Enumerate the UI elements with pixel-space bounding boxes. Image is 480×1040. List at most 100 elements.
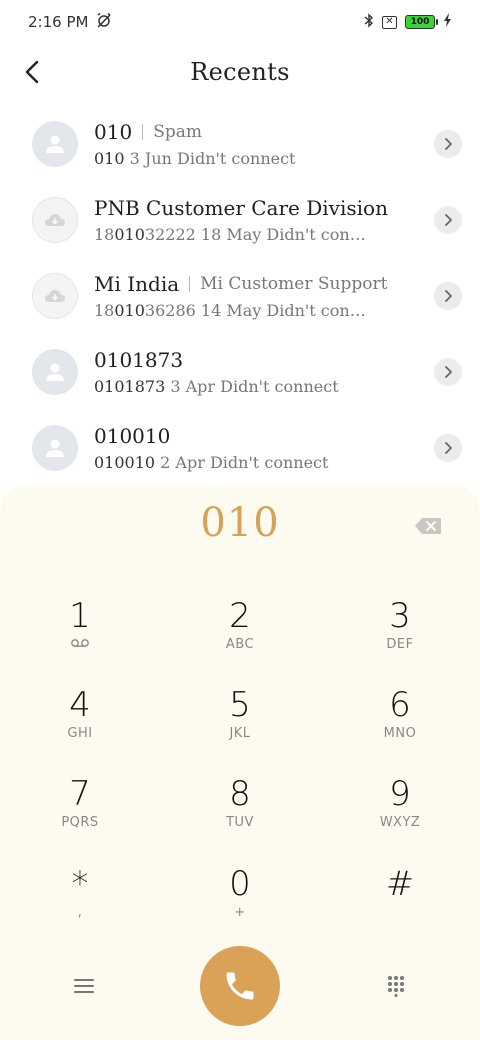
chevron-right-icon: [445, 366, 452, 378]
backspace-icon: [415, 518, 441, 534]
backspace-button[interactable]: [412, 514, 444, 538]
details-button[interactable]: [434, 434, 462, 462]
key-2[interactable]: 2 ABC: [180, 596, 300, 676]
matched-number: 010: [94, 149, 125, 168]
person-icon: [46, 363, 64, 381]
key-7[interactable]: 7 PQRS: [20, 774, 140, 854]
dialer-bottom-bar: [0, 946, 480, 1026]
details-button[interactable]: [434, 206, 462, 234]
alarm-off-icon: [96, 12, 112, 32]
avatar: [32, 121, 78, 167]
list-item-title: PNB Customer Care Division: [94, 196, 424, 220]
key-digit: 8: [229, 774, 251, 814]
list-item-text: 010 Spam 010 3 Jun Didn't connect: [94, 120, 424, 168]
call-detail: 010 3 Jun Didn't connect: [94, 149, 424, 168]
key-3[interactable]: 3 DEF: [340, 596, 460, 676]
key-letters: PQRS: [61, 815, 99, 830]
key-digit: 9: [389, 774, 411, 814]
keypad-icon: [388, 976, 404, 997]
avatar: [32, 349, 78, 395]
status-left: 2:16 PM: [28, 12, 112, 32]
list-item[interactable]: PNB Customer Care Division 1801032222 18…: [0, 182, 480, 258]
call-button[interactable]: [200, 946, 280, 1026]
cloud-icon: [45, 290, 65, 302]
status-bar: 2:16 PM ✕ 100: [0, 0, 480, 44]
chevron-right-icon: [445, 290, 452, 302]
avatar: [32, 425, 78, 471]
call-detail-prefix: 18: [94, 225, 115, 244]
status-right: ✕ 100: [364, 12, 452, 32]
list-item-text: 010010 010010 2 Apr Didn't connect: [94, 424, 424, 472]
voicemail-icon: [70, 636, 90, 654]
details-button[interactable]: [434, 282, 462, 310]
phone-icon: [226, 972, 254, 1000]
key-letters: +: [234, 905, 246, 920]
key-letters: JKL: [229, 726, 251, 741]
menu-icon: [74, 979, 94, 993]
contact-name: 010: [94, 120, 133, 144]
key-digit: 1: [69, 596, 91, 636]
call-detail-rest: 3 Jun Didn't connect: [124, 149, 296, 168]
contact-name: Mi India: [94, 272, 180, 296]
contact-name: PNB Customer Care Division: [94, 196, 388, 220]
contact-tag: Mi Customer Support: [189, 276, 387, 293]
call-detail: 010010 2 Apr Didn't connect: [94, 453, 424, 472]
key-star[interactable]: * ,: [20, 864, 140, 944]
matched-number: 010: [114, 225, 145, 244]
chevron-left-icon: [25, 60, 39, 84]
chevron-right-icon: [445, 442, 452, 454]
key-6[interactable]: 6 MNO: [340, 685, 460, 765]
bluetooth-icon: [364, 12, 374, 32]
contact-name: 010010: [94, 424, 171, 448]
call-detail-rest: 3 Apr Didn't connect: [165, 377, 339, 396]
matched-number: 0101873: [94, 377, 166, 396]
key-letters: ,: [77, 905, 83, 920]
contact-name: 0101873: [94, 348, 184, 372]
list-item-text: Mi India Mi Customer Support 1801036286 …: [94, 272, 424, 320]
chevron-right-icon: [445, 214, 452, 226]
call-detail-rest: 2 Apr Didn't connect: [155, 453, 329, 472]
call-detail-rest: 32222 18 May Didn't con…: [144, 225, 366, 244]
key-digit: #: [385, 864, 415, 904]
list-item-title: 010 Spam: [94, 120, 424, 144]
key-digit: 5: [229, 685, 251, 725]
call-detail: 1801036286 14 May Didn't con…: [94, 301, 424, 320]
charging-icon: [443, 13, 452, 31]
list-item[interactable]: 010 Spam 010 3 Jun Didn't connect: [0, 106, 480, 182]
list-item-title: 010010: [94, 424, 424, 448]
contact-tag: Spam: [142, 124, 202, 141]
key-9[interactable]: 9 WXYZ: [340, 774, 460, 854]
keypad-toggle-button[interactable]: [376, 966, 416, 1006]
key-4[interactable]: 4 GHI: [20, 685, 140, 765]
call-detail: 1801032222 18 May Didn't con…: [94, 225, 424, 244]
matched-number: 010: [114, 301, 145, 320]
key-hash[interactable]: #: [340, 864, 460, 944]
key-5[interactable]: 5 JKL: [180, 685, 300, 765]
list-item[interactable]: 010010 010010 2 Apr Didn't connect: [0, 410, 480, 486]
key-letters: ABC: [225, 637, 255, 652]
key-digit: 6: [389, 685, 411, 725]
key-letters: MNO: [383, 726, 417, 741]
person-icon: [46, 439, 64, 457]
details-button[interactable]: [434, 358, 462, 386]
list-item-text: 0101873 0101873 3 Apr Didn't connect: [94, 348, 424, 396]
menu-button[interactable]: [64, 966, 104, 1006]
key-1[interactable]: 1: [20, 596, 140, 676]
call-detail-prefix: 18: [94, 301, 115, 320]
header: Recents: [0, 44, 480, 100]
details-button[interactable]: [434, 130, 462, 158]
key-0[interactable]: 0 +: [180, 864, 300, 944]
key-digit: 2: [229, 596, 251, 636]
call-detail: 0101873 3 Apr Didn't connect: [94, 377, 424, 396]
list-item[interactable]: 0101873 0101873 3 Apr Didn't connect: [0, 334, 480, 410]
page-title: Recents: [190, 58, 290, 86]
back-button[interactable]: [14, 54, 50, 90]
no-sim-icon: ✕: [382, 15, 397, 29]
key-letters: WXYZ: [379, 815, 421, 830]
key-8[interactable]: 8 TUV: [180, 774, 300, 854]
cloud-icon: [45, 214, 65, 226]
list-item[interactable]: Mi India Mi Customer Support 1801036286 …: [0, 258, 480, 334]
dialed-number[interactable]: 010: [0, 500, 480, 554]
list-item-title: 0101873: [94, 348, 424, 372]
call-detail-rest: 36286 14 May Didn't con…: [144, 301, 366, 320]
